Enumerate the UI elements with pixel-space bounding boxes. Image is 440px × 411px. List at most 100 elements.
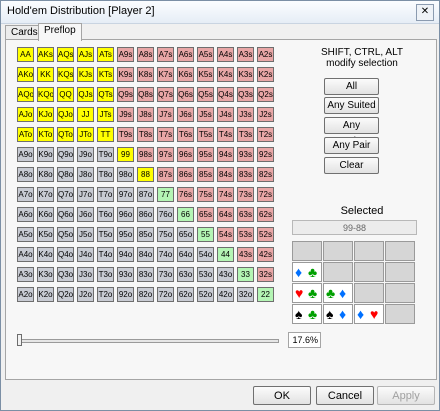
hand-cell-T2s[interactable]: T2s bbox=[257, 127, 274, 142]
hand-cell-J5s[interactable]: J5s bbox=[197, 107, 214, 122]
close-icon[interactable]: ✕ bbox=[416, 4, 434, 21]
hand-cell-53o[interactable]: 53o bbox=[197, 267, 214, 282]
hand-cell-J9o[interactable]: J9o bbox=[77, 147, 94, 162]
hand-cell-A5s[interactable]: A5s bbox=[197, 47, 214, 62]
hand-cell-62o[interactable]: 62o bbox=[177, 287, 194, 302]
hand-cell-95s[interactable]: 95s bbox=[197, 147, 214, 162]
hand-cell-Q2o[interactable]: Q2o bbox=[57, 287, 74, 302]
hand-cell-A4o[interactable]: A4o bbox=[17, 247, 34, 262]
hand-cell-JTo[interactable]: JTo bbox=[77, 127, 94, 142]
hand-cell-Q8o[interactable]: Q8o bbox=[57, 167, 74, 182]
suit-combo-cell[interactable] bbox=[354, 283, 384, 303]
ok-button[interactable]: OK bbox=[253, 386, 311, 405]
hand-cell-62s[interactable]: 62s bbox=[257, 207, 274, 222]
hand-cell-KQo[interactable]: KQo bbox=[37, 87, 54, 102]
hand-cell-44[interactable]: 44 bbox=[217, 247, 234, 262]
hand-cell-95o[interactable]: 95o bbox=[117, 227, 134, 242]
hand-cell-84s[interactable]: 84s bbox=[217, 167, 234, 182]
hand-cell-K7o[interactable]: K7o bbox=[37, 187, 54, 202]
hand-cell-ATo[interactable]: ATo bbox=[17, 127, 34, 142]
hand-cell-A3o[interactable]: A3o bbox=[17, 267, 34, 282]
hand-cell-Q6s[interactable]: Q6s bbox=[177, 87, 194, 102]
hand-cell-K5s[interactable]: K5s bbox=[197, 67, 214, 82]
hand-cell-A9s[interactable]: A9s bbox=[117, 47, 134, 62]
hand-cell-QQ[interactable]: QQ bbox=[57, 87, 74, 102]
hand-cell-J9s[interactable]: J9s bbox=[117, 107, 134, 122]
hand-cell-92o[interactable]: 92o bbox=[117, 287, 134, 302]
suit-combo-cell[interactable]: ♠ ♣ bbox=[292, 304, 322, 324]
hand-cell-J8s[interactable]: J8s bbox=[137, 107, 154, 122]
hand-cell-86o[interactable]: 86o bbox=[137, 207, 154, 222]
hand-cell-Q5o[interactable]: Q5o bbox=[57, 227, 74, 242]
hand-cell-63s[interactable]: 63s bbox=[237, 207, 254, 222]
any-broadway-button[interactable]: Any Broadway bbox=[324, 117, 379, 147]
hand-cell-T3o[interactable]: T3o bbox=[97, 267, 114, 282]
hand-cell-74o[interactable]: 74o bbox=[157, 247, 174, 262]
hand-cell-97o[interactable]: 97o bbox=[117, 187, 134, 202]
hand-cell-55[interactable]: 55 bbox=[197, 227, 214, 242]
hand-cell-KTs[interactable]: KTs bbox=[97, 67, 114, 82]
suit-combo-cell[interactable] bbox=[385, 304, 415, 324]
hand-cell-88[interactable]: 88 bbox=[137, 167, 154, 182]
hand-cell-85o[interactable]: 85o bbox=[137, 227, 154, 242]
hand-cell-87s[interactable]: 87s bbox=[157, 167, 174, 182]
hand-cell-94o[interactable]: 94o bbox=[117, 247, 134, 262]
hand-cell-Q3s[interactable]: Q3s bbox=[237, 87, 254, 102]
suit-combo-cell[interactable] bbox=[292, 241, 322, 261]
hand-cell-82o[interactable]: 82o bbox=[137, 287, 154, 302]
suit-combo-cell[interactable] bbox=[323, 262, 353, 282]
hand-cell-K3s[interactable]: K3s bbox=[237, 67, 254, 82]
hand-cell-A2s[interactable]: A2s bbox=[257, 47, 274, 62]
hand-cell-AA[interactable]: AA bbox=[17, 47, 34, 62]
hand-cell-Q4s[interactable]: Q4s bbox=[217, 87, 234, 102]
hand-cell-53s[interactable]: 53s bbox=[237, 227, 254, 242]
hand-cell-T5o[interactable]: T5o bbox=[97, 227, 114, 242]
hand-cell-43o[interactable]: 43o bbox=[217, 267, 234, 282]
hand-cell-Q8s[interactable]: Q8s bbox=[137, 87, 154, 102]
hand-cell-63o[interactable]: 63o bbox=[177, 267, 194, 282]
hand-cell-74s[interactable]: 74s bbox=[217, 187, 234, 202]
suit-combo-cell[interactable]: ♠ ♦ bbox=[323, 304, 353, 324]
hand-cell-A2o[interactable]: A2o bbox=[17, 287, 34, 302]
tab-preflop[interactable]: Preflop bbox=[38, 23, 82, 41]
hand-cell-84o[interactable]: 84o bbox=[137, 247, 154, 262]
suit-combo-cell[interactable]: ♦ ♥ bbox=[354, 304, 384, 324]
hand-cell-83o[interactable]: 83o bbox=[137, 267, 154, 282]
hand-cell-98s[interactable]: 98s bbox=[137, 147, 154, 162]
hand-cell-K2o[interactable]: K2o bbox=[37, 287, 54, 302]
hand-cell-Q5s[interactable]: Q5s bbox=[197, 87, 214, 102]
range-slider[interactable] bbox=[17, 334, 279, 346]
hand-cell-J7o[interactable]: J7o bbox=[77, 187, 94, 202]
hand-cell-K8s[interactable]: K8s bbox=[137, 67, 154, 82]
hand-cell-96s[interactable]: 96s bbox=[177, 147, 194, 162]
hand-cell-T6o[interactable]: T6o bbox=[97, 207, 114, 222]
clear-button[interactable]: Clear bbox=[324, 157, 379, 174]
hand-cell-75s[interactable]: 75s bbox=[197, 187, 214, 202]
hand-cell-T7o[interactable]: T7o bbox=[97, 187, 114, 202]
hand-cell-76o[interactable]: 76o bbox=[157, 207, 174, 222]
hand-cell-A5o[interactable]: A5o bbox=[17, 227, 34, 242]
hand-cell-K3o[interactable]: K3o bbox=[37, 267, 54, 282]
hand-cell-T2o[interactable]: T2o bbox=[97, 287, 114, 302]
hand-cell-T4o[interactable]: T4o bbox=[97, 247, 114, 262]
hand-cell-J6o[interactable]: J6o bbox=[77, 207, 94, 222]
hand-cell-J3s[interactable]: J3s bbox=[237, 107, 254, 122]
hand-cell-76s[interactable]: 76s bbox=[177, 187, 194, 202]
hand-cell-K4s[interactable]: K4s bbox=[217, 67, 234, 82]
hand-cell-K4o[interactable]: K4o bbox=[37, 247, 54, 262]
hand-cell-J2o[interactable]: J2o bbox=[77, 287, 94, 302]
hand-cell-KJo[interactable]: KJo bbox=[37, 107, 54, 122]
hand-cell-J7s[interactable]: J7s bbox=[157, 107, 174, 122]
hand-cell-AKo[interactable]: AKo bbox=[17, 67, 34, 82]
hand-cell-KJs[interactable]: KJs bbox=[77, 67, 94, 82]
hand-cell-A9o[interactable]: A9o bbox=[17, 147, 34, 162]
suit-combo-cell[interactable] bbox=[354, 241, 384, 261]
hand-cell-T6s[interactable]: T6s bbox=[177, 127, 194, 142]
hand-cell-Q2s[interactable]: Q2s bbox=[257, 87, 274, 102]
hand-cell-32o[interactable]: 32o bbox=[237, 287, 254, 302]
hand-cell-T7s[interactable]: T7s bbox=[157, 127, 174, 142]
hand-cell-85s[interactable]: 85s bbox=[197, 167, 214, 182]
hand-cell-98o[interactable]: 98o bbox=[117, 167, 134, 182]
hand-cell-T8s[interactable]: T8s bbox=[137, 127, 154, 142]
hand-cell-A7s[interactable]: A7s bbox=[157, 47, 174, 62]
